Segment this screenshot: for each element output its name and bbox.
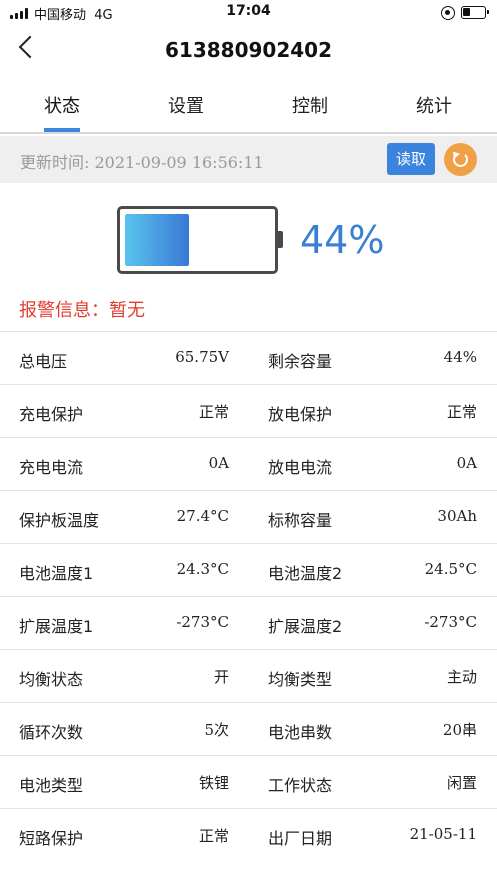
row-label: 扩展温度1 — [19, 617, 94, 636]
row-value: 65.75V — [175, 348, 229, 366]
page-title: 613880902402 — [165, 38, 332, 62]
tab-statistics[interactable]: 统计 — [372, 92, 496, 118]
status-bar: 中国移动 4G 17:04 — [0, 0, 497, 26]
table-row: 充电电流 0A 放电电流 0A — [0, 437, 497, 490]
row-value: 铁锂 — [198, 774, 229, 792]
row-label: 放电保护 — [268, 405, 333, 424]
tab-status[interactable]: 状态 — [0, 92, 124, 118]
read-button[interactable]: 读取 — [387, 143, 435, 175]
tab-settings[interactable]: 设置 — [124, 92, 248, 118]
row-value: 20串 — [442, 721, 477, 739]
update-bar: 更新时间: 2021-09-09 16:56:11 读取 — [0, 136, 497, 183]
row-label: 循环次数 — [19, 723, 84, 742]
row-value: 正常 — [446, 403, 477, 421]
table-row: 保护板温度 27.4°C 标称容量 30Ah — [0, 490, 497, 543]
table-row: 均衡状态 开 均衡类型 主动 — [0, 649, 497, 702]
status-time: 17:04 — [226, 3, 271, 19]
table-row: 扩展温度1 -273°C 扩展温度2 -273°C — [0, 596, 497, 649]
table-row: 短路保护 正常 出厂日期 21-05-11 — [0, 808, 497, 861]
row-label: 电池温度2 — [268, 564, 343, 583]
refresh-icon[interactable] — [444, 143, 477, 176]
row-label: 短路保护 — [19, 829, 84, 848]
row-value: 24.5°C — [424, 560, 477, 578]
row-value: -273°C — [424, 613, 477, 631]
row-value: 30Ah — [437, 507, 477, 525]
orientation-lock-icon — [441, 6, 455, 20]
table-row: 充电保护 正常 放电保护 正常 — [0, 384, 497, 437]
row-label: 电池类型 — [19, 776, 84, 795]
row-label: 均衡类型 — [268, 670, 333, 689]
row-label: 保护板温度 — [19, 511, 100, 530]
row-label: 充电电流 — [19, 458, 84, 477]
row-value: -273°C — [176, 613, 229, 631]
battery-info-table: 总电压 65.75V 剩余容量 44% 充电保护 正常 放电保护 正常 充电电流 0A 放电电流 0A… — [0, 331, 497, 861]
table-row: 电池温度1 24.3°C 电池温度2 24.5°C — [0, 543, 497, 596]
update-time: 更新时间: 2021-09-09 16:56:11 — [20, 153, 264, 172]
row-value: 主动 — [446, 668, 477, 686]
row-value: 24.3°C — [176, 560, 229, 578]
row-label: 电池串数 — [268, 723, 333, 742]
row-value: 正常 — [198, 403, 229, 421]
tab-control[interactable]: 控制 — [248, 92, 372, 118]
battery-percent: 44% — [300, 218, 385, 262]
row-value: 0A — [208, 454, 229, 472]
nav-bar: 613880902402 — [0, 26, 497, 78]
table-row: 总电压 65.75V 剩余容量 44% — [0, 331, 497, 384]
row-label: 剩余容量 — [268, 352, 333, 371]
row-value: 正常 — [198, 827, 229, 845]
battery-level-graphic — [117, 206, 278, 274]
row-value: 5次 — [204, 721, 229, 739]
row-label: 放电电流 — [268, 458, 333, 477]
row-value: 闲置 — [446, 774, 477, 792]
row-value: 44% — [443, 348, 477, 366]
row-value: 27.4°C — [176, 507, 229, 525]
row-value: 0A — [456, 454, 477, 472]
row-value: 21-05-11 — [409, 825, 477, 843]
table-row: 电池类型 铁锂 工作状态 闲置 — [0, 755, 497, 808]
table-row: 循环次数 5次 电池串数 20串 — [0, 702, 497, 755]
active-tab-indicator — [44, 128, 80, 132]
alarm-info: 报警信息：暂无 — [19, 300, 145, 321]
row-label: 总电压 — [19, 352, 68, 371]
battery-terminal — [278, 231, 283, 248]
row-label: 充电保护 — [19, 405, 84, 424]
tab-bar: 状态 设置 控制 统计 — [0, 80, 497, 134]
row-label: 出厂日期 — [268, 829, 333, 848]
row-label: 工作状态 — [268, 776, 333, 795]
row-label: 均衡状态 — [19, 670, 84, 689]
row-value: 开 — [213, 668, 229, 686]
row-label: 标称容量 — [268, 511, 333, 530]
battery-icon — [461, 6, 489, 19]
battery-fill — [125, 214, 189, 266]
row-label: 电池温度1 — [19, 564, 94, 583]
row-label: 扩展温度2 — [268, 617, 343, 636]
